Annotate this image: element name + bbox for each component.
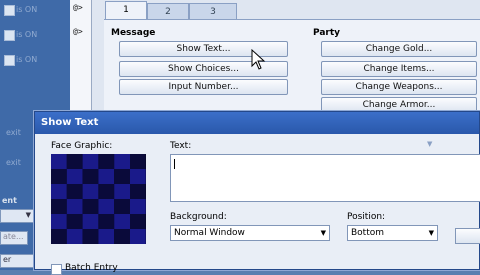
checker-cell (82, 199, 99, 214)
condition-label: is ON (16, 5, 38, 14)
text-label: Text: (170, 141, 192, 151)
checker-cell (82, 169, 99, 184)
background-select[interactable]: Normal Window ▼ (170, 225, 330, 241)
checker-cell (98, 229, 115, 244)
face-graphic-preview[interactable] (51, 154, 146, 244)
checker-cell (114, 169, 130, 184)
checker-cell (51, 184, 67, 199)
input-number-button[interactable]: Input Number... (119, 79, 288, 95)
background-value: Normal Window (174, 228, 245, 238)
panel-button: ate... (0, 231, 28, 245)
checker-cell (51, 214, 67, 229)
checker-cell (82, 184, 99, 199)
panel-text: exit (6, 128, 21, 137)
panel-text: exit (6, 158, 21, 167)
checker-cell (114, 154, 130, 169)
checker-cell (114, 229, 130, 244)
dropdown-arrow-icon: ▼ (320, 229, 326, 237)
message-group-title: Message (111, 28, 156, 38)
batch-entry-label: Batch Entry (65, 263, 118, 273)
condition-label: is ON (16, 30, 38, 39)
message-text-input[interactable] (170, 154, 480, 202)
panel-heading: ent (2, 196, 17, 205)
checker-cell (130, 154, 146, 169)
position-value: Bottom (351, 228, 385, 238)
checker-cell (130, 199, 146, 214)
list-item[interactable]: @> (73, 3, 83, 12)
checker-cell (130, 229, 146, 244)
checker-cell (98, 169, 115, 184)
change-items-button[interactable]: Change Items... (321, 61, 477, 77)
trigger-select: ▼ (0, 209, 34, 223)
condition-checkbox (4, 55, 15, 66)
checker-cell (114, 199, 130, 214)
checker-cell (130, 169, 146, 184)
preview-button[interactable] (455, 228, 480, 244)
checker-cell (66, 229, 83, 244)
party-group-title: Party (313, 28, 341, 38)
tab-1[interactable]: 1 (105, 1, 147, 20)
priority-select: er (0, 254, 34, 268)
checker-cell (82, 229, 99, 244)
checker-cell (66, 169, 83, 184)
checker-cell (130, 184, 146, 199)
checkerboard-pattern (51, 154, 146, 244)
checker-cell (130, 214, 146, 229)
event-command-list[interactable]: @> @> (70, 0, 92, 110)
background-label: Background: (170, 212, 227, 222)
condition-checkbox (4, 30, 15, 41)
tab-2[interactable]: 2 (147, 3, 189, 19)
show-text-dialog: Show Text Face Graphic: Text: ▼ Backgrou… (34, 111, 480, 275)
mouse-cursor-icon (251, 49, 266, 70)
change-weapons-button[interactable]: Change Weapons... (321, 79, 477, 95)
checker-cell (82, 214, 99, 229)
checker-cell (66, 154, 83, 169)
change-gold-button[interactable]: Change Gold... (321, 41, 477, 57)
dialog-title: Show Text (35, 112, 479, 134)
checker-cell (51, 169, 67, 184)
tab-3[interactable]: 3 (189, 3, 237, 19)
checker-cell (51, 229, 67, 244)
position-label: Position: (347, 212, 386, 222)
condition-checkbox (4, 5, 15, 16)
checker-cell (66, 184, 83, 199)
checker-cell (98, 154, 115, 169)
face-graphic-label: Face Graphic: (51, 141, 113, 151)
checker-cell (51, 154, 67, 169)
checker-cell (114, 184, 130, 199)
dropdown-arrow-icon: ▼ (428, 229, 434, 237)
checker-cell (98, 214, 115, 229)
text-caret (174, 159, 175, 169)
checker-cell (51, 199, 67, 214)
checker-cell (82, 154, 99, 169)
checker-cell (98, 199, 115, 214)
checker-cell (114, 214, 130, 229)
dropdown-arrow-icon: ▼ (25, 211, 31, 219)
position-select[interactable]: Bottom ▼ (347, 225, 438, 241)
checker-cell (98, 184, 115, 199)
list-item[interactable]: @> (73, 27, 83, 36)
scroll-arrow-icon: ▼ (427, 140, 433, 148)
checker-cell (66, 214, 83, 229)
checker-cell (66, 199, 83, 214)
condition-label: is ON (16, 55, 38, 64)
